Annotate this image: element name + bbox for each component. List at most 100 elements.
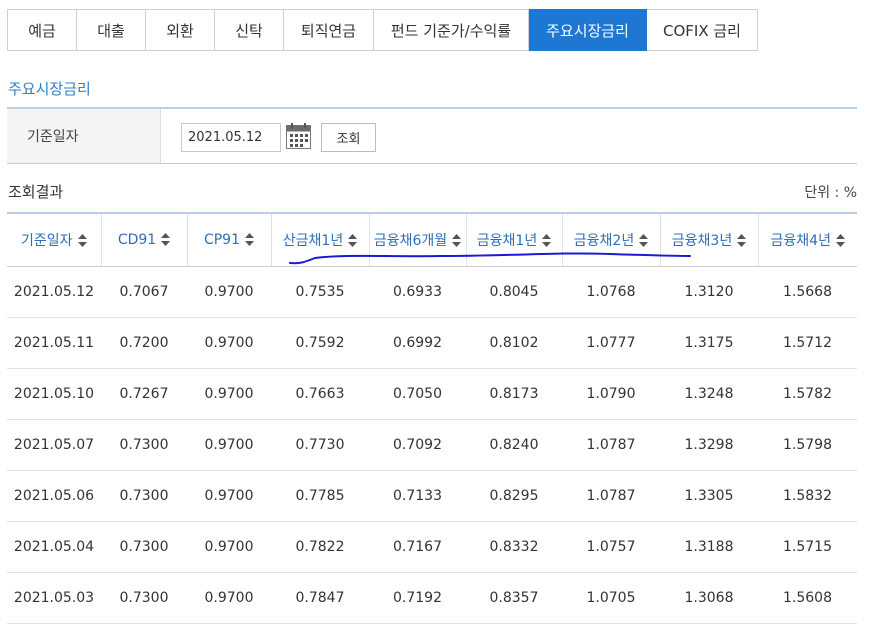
sort-icon[interactable]	[348, 233, 358, 247]
tab-bar: 예금 대출 외환 신탁 퇴직연금 펀드 기준가/수익률 주요시장금리 COFIX 금리	[7, 9, 758, 51]
table-cell: 1.0790	[562, 368, 660, 420]
table-cell: 1.3298	[660, 419, 758, 471]
table-cell: 0.9700	[187, 368, 271, 420]
table-cell: 0.6992	[369, 317, 466, 369]
table-cell: 0.7300	[101, 470, 187, 522]
table-cell: 2021.05.03	[7, 572, 101, 624]
column-header[interactable]: CD91	[101, 212, 188, 267]
table-cell: 0.7300	[101, 521, 187, 573]
column-header[interactable]: 금융채3년	[660, 212, 759, 267]
table-cell: 0.9700	[187, 521, 271, 573]
tab-5[interactable]: 펀드 기준가/수익률	[374, 9, 529, 51]
table-cell: 1.0757	[562, 521, 660, 573]
table-cell: 0.7785	[271, 470, 369, 522]
table-cell: 1.5608	[758, 572, 857, 624]
search-panel: 기준일자 조회	[7, 107, 857, 164]
table-cell: 1.5782	[758, 368, 857, 420]
table-cell: 0.9700	[187, 266, 271, 318]
table-cell: 0.7267	[101, 368, 187, 420]
table-cell: 0.8332	[466, 521, 562, 573]
table-cell: 0.7535	[271, 266, 369, 318]
sort-icon[interactable]	[452, 233, 462, 247]
tab-4[interactable]: 퇴직연금	[284, 9, 374, 51]
column-header-label: CP91	[203, 231, 241, 248]
table-cell: 0.7200	[101, 317, 187, 369]
column-header-label: 금융채4년	[770, 232, 831, 249]
tab-3[interactable]: 신탁	[215, 9, 284, 51]
table-cell: 0.8173	[466, 368, 562, 420]
sort-icon[interactable]	[835, 233, 845, 247]
column-header-label: 금융채6개월	[373, 232, 448, 249]
table-cell: 0.7133	[369, 470, 466, 522]
section-title: 주요시장금리	[8, 80, 91, 98]
table-row: 2021.05.03 0.7300 0.9700 0.7847 0.7192 0.8357…	[7, 572, 857, 624]
table-cell: 1.0787	[562, 470, 660, 522]
table-cell: 0.7730	[271, 419, 369, 471]
table-cell: 1.0787	[562, 419, 660, 471]
date-label: 기준일자	[7, 109, 161, 163]
table-cell: 0.7592	[271, 317, 369, 369]
result-title: 조회결과	[8, 183, 64, 201]
calendar-icon[interactable]	[286, 123, 311, 149]
sort-icon[interactable]	[737, 233, 747, 247]
unit-label: 단위 : %	[804, 185, 857, 201]
column-header[interactable]: 산금채1년	[271, 212, 370, 267]
column-header[interactable]: 금융채6개월	[369, 212, 467, 267]
table-cell: 1.3120	[660, 266, 758, 318]
table-row: 2021.05.04 0.7300 0.9700 0.7822 0.7167 0.8332…	[7, 521, 857, 573]
table-cell: 1.5832	[758, 470, 857, 522]
sort-icon[interactable]	[542, 233, 552, 247]
table-cell: 0.8295	[466, 470, 562, 522]
date-input[interactable]	[181, 123, 281, 152]
column-header-label: 기준일자	[20, 232, 73, 249]
tab-2[interactable]: 외환	[146, 9, 215, 51]
table-cell: 1.0705	[562, 572, 660, 624]
search-button[interactable]: 조회	[321, 123, 376, 152]
table-row: 2021.05.06 0.7300 0.9700 0.7785 0.7133 0.8295…	[7, 470, 857, 522]
sort-icon[interactable]	[77, 233, 87, 247]
table-cell: 2021.05.11	[7, 317, 101, 369]
table-row: 2021.05.07 0.7300 0.9700 0.7730 0.7092 0.8240…	[7, 419, 857, 471]
sort-icon[interactable]	[639, 233, 649, 247]
tab-1[interactable]: 대출	[77, 9, 146, 51]
table-header-row: 기준일자 CD91 CP91 산금채1년 금융채6개월 금융채1년 금융채2년 금융채3년 금융…	[7, 212, 857, 267]
sort-icon[interactable]	[245, 232, 255, 246]
table-cell: 2021.05.04	[7, 521, 101, 573]
sort-icon[interactable]	[161, 232, 171, 246]
table-cell: 0.9700	[187, 572, 271, 624]
table-row: 2021.05.12 0.7067 0.9700 0.7535 0.6933 0.8045…	[7, 266, 857, 318]
table-cell: 2021.05.06	[7, 470, 101, 522]
table-cell: 0.8357	[466, 572, 562, 624]
column-header[interactable]: 금융채4년	[758, 212, 857, 267]
table-cell: 1.0777	[562, 317, 660, 369]
tab-6[interactable]: 주요시장금리	[529, 9, 647, 51]
column-header[interactable]: 기준일자	[7, 212, 102, 267]
table-cell: 1.3068	[660, 572, 758, 624]
table-cell: 1.0768	[562, 266, 660, 318]
table-cell: 2021.05.07	[7, 419, 101, 471]
table-cell: 0.8102	[466, 317, 562, 369]
table-cell: 2021.05.12	[7, 266, 101, 318]
table-cell: 0.7192	[369, 572, 466, 624]
column-header[interactable]: 금융채2년	[562, 212, 661, 267]
table-cell: 0.7663	[271, 368, 369, 420]
column-header-label: 금융채3년	[671, 232, 733, 249]
table-row: 2021.05.11 0.7200 0.9700 0.7592 0.6992 0.8102…	[7, 317, 857, 369]
table-cell: 0.7847	[271, 572, 369, 624]
table-cell: 0.7167	[369, 521, 466, 573]
table-cell: 0.9700	[187, 317, 271, 369]
column-header-label: 산금채1년	[282, 232, 344, 249]
table-cell: 0.9700	[187, 419, 271, 471]
tab-7[interactable]: COFIX 금리	[647, 9, 758, 51]
table-cell: 1.5668	[758, 266, 857, 318]
table-cell: 2021.05.10	[7, 368, 101, 420]
table-cell: 1.3188	[660, 521, 758, 573]
table-cell: 0.9700	[187, 470, 271, 522]
table-cell: 0.7300	[101, 572, 187, 624]
column-header[interactable]: CP91	[187, 212, 272, 267]
table-cell: 1.5715	[758, 521, 857, 573]
table-cell: 0.7822	[271, 521, 369, 573]
column-header-label: CD91	[117, 231, 157, 248]
tab-0[interactable]: 예금	[7, 9, 77, 51]
column-header[interactable]: 금융채1년	[466, 212, 563, 267]
